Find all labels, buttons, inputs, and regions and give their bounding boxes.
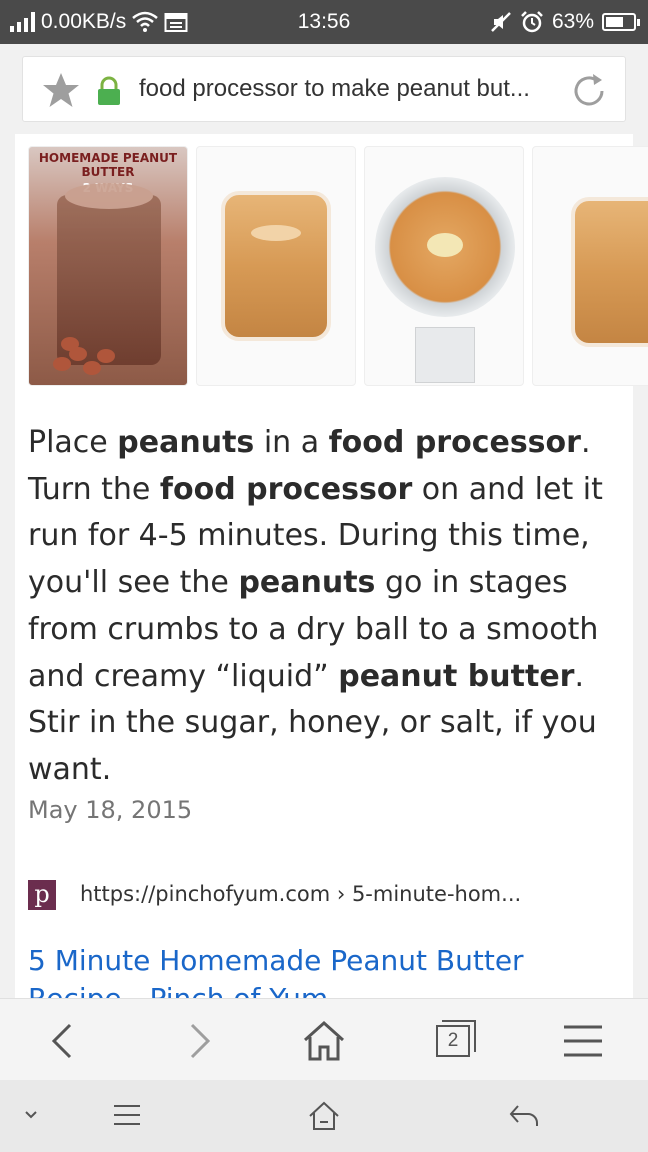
star-icon[interactable] xyxy=(41,71,81,109)
processor-base-shape xyxy=(415,327,475,383)
jar-shape xyxy=(221,191,331,341)
result-title-link[interactable]: 5 Minute Homemade Peanut Butter Recipe -… xyxy=(28,942,588,998)
menu-icon[interactable] xyxy=(562,1019,606,1063)
lock-icon xyxy=(98,76,120,105)
snippet-keyword: peanuts xyxy=(238,565,376,601)
image-thumbnail[interactable] xyxy=(364,146,524,386)
chevron-down-icon[interactable] xyxy=(24,1110,38,1120)
reload-icon[interactable] xyxy=(569,71,609,111)
forward-arrow-icon[interactable] xyxy=(176,1019,220,1063)
thumbnail-title: HOMEMADE PEANUT BUTTER xyxy=(38,151,178,179)
jar-shape xyxy=(571,197,648,347)
snippet-date: May 18, 2015 xyxy=(28,796,193,824)
snippet-keyword: food processor xyxy=(328,425,581,460)
address-bar[interactable]: food processor to make peanut but... xyxy=(22,56,626,122)
battery-icon xyxy=(602,13,640,31)
recent-apps-icon[interactable] xyxy=(112,1102,142,1128)
system-nav-bar xyxy=(0,1080,648,1152)
alarm-icon xyxy=(521,11,543,33)
back-arrow-icon[interactable] xyxy=(42,1019,86,1063)
result-source-url[interactable]: https://pinchofyum.com › 5-minute-hom... xyxy=(80,882,521,906)
snippet-keyword: peanut butter xyxy=(338,658,575,694)
browser-toolbar: 2 xyxy=(0,998,648,1080)
home-icon[interactable] xyxy=(308,1100,340,1132)
status-right: 63% xyxy=(490,10,640,34)
tab-switcher-button[interactable]: 2 xyxy=(436,1020,476,1057)
snippet-text-run: in a xyxy=(254,425,329,460)
address-bar-container: food processor to make peanut but... xyxy=(0,44,648,134)
home-icon[interactable] xyxy=(302,1019,346,1063)
snippet-keyword: food processor xyxy=(159,471,413,507)
image-thumbnail[interactable]: HOMEMADE PEANUT BUTTER 2 WAYS xyxy=(28,146,188,386)
url-text[interactable]: food processor to make peanut but... xyxy=(139,75,569,103)
image-thumbnail[interactable] xyxy=(196,146,356,386)
status-bar: 0.00KB/s 13:56 63% xyxy=(0,0,648,44)
snippet-text: Place peanuts in a food processor. Turn … xyxy=(28,420,608,794)
site-favicon: p xyxy=(28,880,56,910)
peanuts-shape xyxy=(53,333,123,377)
mute-icon xyxy=(491,12,511,32)
page-content[interactable]: HOMEMADE PEANUT BUTTER 2 WAYS Place pean… xyxy=(0,134,648,998)
battery-percent: 63% xyxy=(551,10,594,33)
snippet-keyword: peanuts xyxy=(117,425,255,460)
image-carousel[interactable]: HOMEMADE PEANUT BUTTER 2 WAYS xyxy=(28,146,648,390)
image-thumbnail[interactable] xyxy=(532,146,648,386)
blade-shape xyxy=(427,233,463,257)
snippet-text-run: Place xyxy=(28,425,118,460)
back-icon[interactable] xyxy=(508,1102,540,1130)
